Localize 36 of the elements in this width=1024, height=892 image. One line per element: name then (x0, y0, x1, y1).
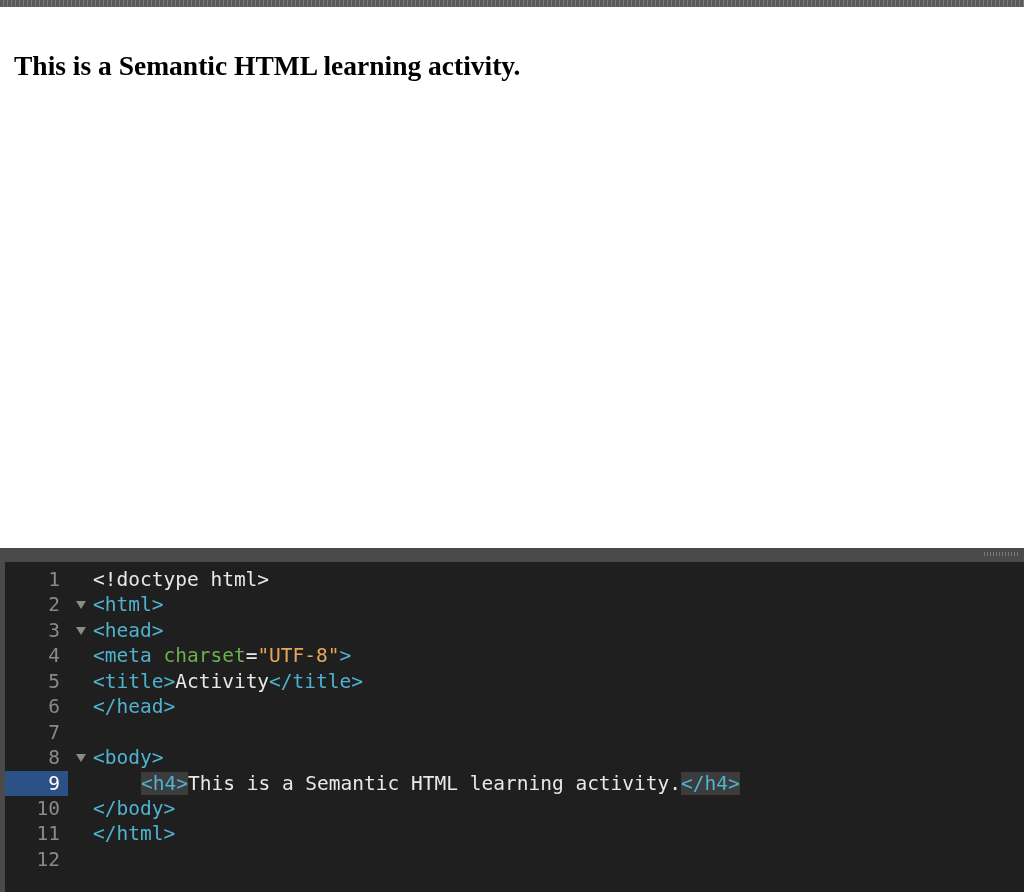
code-tag: </title> (269, 669, 364, 693)
line-number: 2 (47, 592, 61, 618)
code-tag: <head> (93, 618, 164, 642)
code-tag: </body> (93, 796, 176, 820)
line-number: 11 (35, 821, 61, 847)
fold-triangle-icon[interactable] (75, 752, 86, 763)
resize-grip-icon[interactable] (984, 552, 1020, 556)
line-number: 5 (47, 668, 61, 695)
code-tag: <title> (93, 669, 176, 693)
code-tag: <body> (93, 746, 164, 770)
code-tag: <html> (93, 593, 164, 617)
line-number: 10 (35, 795, 61, 822)
code-tag: > (339, 644, 352, 668)
code-tag: </head> (93, 695, 176, 719)
matched-tag: <h4> (141, 771, 188, 795)
line-number: 8 (47, 745, 61, 771)
line-number: 9 (5, 770, 68, 796)
code-tag: <meta (93, 644, 152, 668)
matched-tag: </h4> (681, 771, 740, 795)
line-number: 7 (47, 719, 61, 746)
code-text: <!doctype html> (93, 568, 270, 591)
fold-triangle-icon[interactable] (75, 625, 86, 636)
code-text: = (245, 644, 258, 668)
line-number: 6 (47, 694, 61, 720)
code-tag: </html> (93, 822, 176, 846)
code-text: This is a Semantic HTML learning activity. (187, 771, 682, 795)
line-number: 12 (35, 846, 61, 873)
line-number: 1 (47, 567, 61, 593)
line-number: 3 (47, 617, 61, 644)
code-string: "UTF-8" (257, 644, 340, 668)
line-number: 4 (47, 643, 61, 669)
fold-triangle-icon[interactable] (75, 600, 86, 611)
preview-heading: This is a Semantic HTML learning activity. (14, 49, 522, 82)
code-attribute: charset (162, 644, 246, 668)
code-text: Activity (175, 669, 270, 693)
code-editor[interactable]: 1 <!doctype html> 2 <html> 3 <head> 4 <meta charset="UTF-8"> 5 <title>Activity</title> 6 </head> 7 8 <body> 9 <h4>This is a Semantic HTML learning activity.</h4> 10 </body> 11 </html> 12 (0, 562, 1024, 892)
